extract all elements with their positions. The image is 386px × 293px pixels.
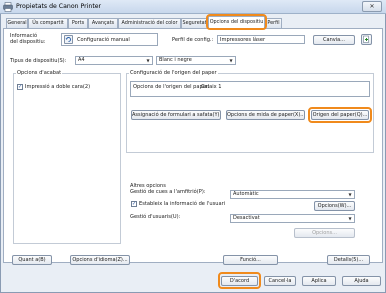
- device-type-label: Tipus de dispositiu(S):: [10, 58, 67, 64]
- queue-mgmt-select[interactable]: Automàtic ▼: [230, 190, 355, 199]
- functions-button[interactable]: Funció...: [223, 255, 278, 265]
- source-option-value: Calaix 1: [201, 84, 222, 90]
- queue-mgmt-value: Automàtic: [233, 191, 259, 197]
- ok-highlight: [218, 272, 261, 289]
- user-mgmt-select[interactable]: Desactivat ▼: [230, 214, 355, 223]
- add-document-icon: [363, 35, 369, 43]
- paper-source-title: Configuració de l'origen del paper: [129, 70, 218, 76]
- add-profile-button[interactable]: [361, 34, 372, 45]
- chevron-down-icon: ▼: [348, 192, 352, 197]
- window-title: Propietats de Canon Printer: [16, 3, 102, 10]
- user-info-label: Estableix la informació de l'usuari: [139, 201, 226, 207]
- finishing-options-title: Opcions d'acabat: [16, 70, 63, 76]
- queue-mgmt-label: Gestió de cues a l'amfitrió(P):: [130, 189, 206, 195]
- about-button[interactable]: Quant a(B): [12, 255, 52, 265]
- tab-ports[interactable]: Ports: [68, 18, 88, 28]
- tab-advanced[interactable]: Avançats: [88, 18, 118, 28]
- config-profile-field: Impressores làser: [217, 35, 305, 44]
- options-button[interactable]: Opcions(W)...: [314, 201, 355, 211]
- source-option-label: Opcions de l'origen del paper:: [133, 84, 210, 90]
- user-mgmt-label: Gestió d'usuaris(U):: [130, 214, 181, 220]
- paper-source-highlight: [308, 107, 372, 123]
- duplex-checkbox[interactable]: ✓: [17, 84, 23, 90]
- paper-size-value: A4: [78, 57, 85, 63]
- apply-button[interactable]: Aplica: [302, 276, 336, 286]
- tab-color-management[interactable]: Administració del color: [118, 18, 181, 28]
- config-profile-label: Perfil de config.:: [172, 37, 214, 43]
- tab-highlight: [206, 14, 267, 30]
- chevron-down-icon: ▼: [229, 58, 233, 63]
- language-options-button[interactable]: Opcions d'idioma(Z)...: [70, 255, 130, 265]
- printer-icon: [3, 2, 13, 12]
- finishing-options-group: [13, 73, 121, 244]
- user-info-checkbox[interactable]: ✓: [131, 201, 137, 207]
- assign-forms-button[interactable]: Assignació de formulari a safata(Y)...: [131, 110, 221, 120]
- duplex-label: Impressió a doble cara(2): [25, 84, 91, 90]
- cancel-button[interactable]: Cancel·la: [264, 276, 296, 286]
- chevron-down-icon: ▼: [348, 216, 352, 221]
- paper-size-options-button[interactable]: Opcions de mida de paper(X)...: [226, 110, 305, 120]
- device-info-value: Configuració manual: [77, 37, 130, 43]
- config-profile-value: Impressores làser: [220, 37, 266, 43]
- refresh-icon[interactable]: [64, 35, 73, 44]
- device-info-label: Informació del dispositiu:: [10, 33, 46, 45]
- paper-size-select[interactable]: A4 ▼: [75, 56, 153, 65]
- help-button[interactable]: Ajuda: [342, 276, 381, 286]
- color-mode-select[interactable]: Blanc i negre ▼: [156, 56, 236, 65]
- change-button[interactable]: Canvia...: [313, 35, 355, 45]
- user-mgmt-value: Desactivat: [233, 215, 260, 221]
- details-button[interactable]: Detalls(5)...: [327, 255, 370, 265]
- tab-security[interactable]: Seguretat: [181, 18, 208, 28]
- tab-sharing[interactable]: Ús compartit: [28, 18, 68, 28]
- chevron-down-icon: ▼: [146, 58, 150, 63]
- close-button[interactable]: ✕: [362, 1, 382, 12]
- tab-general[interactable]: General: [6, 18, 28, 28]
- options-disabled-button: Opcions...: [294, 228, 355, 238]
- tab-profile[interactable]: Perfil: [265, 18, 282, 28]
- color-mode-value: Blanc i negre: [159, 57, 192, 63]
